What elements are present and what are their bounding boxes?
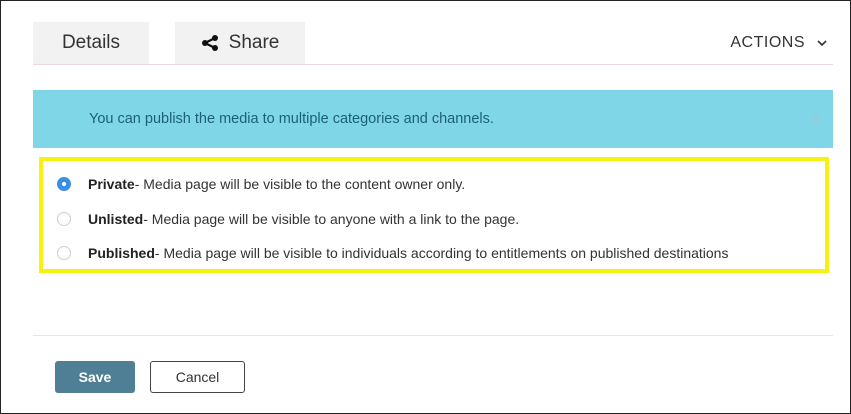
tabs-divider — [33, 64, 833, 65]
cancel-button[interactable]: Cancel — [150, 361, 245, 393]
alert-message: You can publish the media to multiple ca… — [89, 111, 494, 127]
option-title-published: Published — [88, 245, 155, 261]
tab-details-label: Details — [61, 32, 121, 53]
option-title-private: Private — [88, 176, 135, 192]
option-title-unlisted: Unlisted — [88, 211, 144, 227]
share-icon — [201, 35, 219, 51]
option-description-private: - Media page will be visible to the cont… — [134, 176, 466, 192]
actions-menu[interactable]: ACTIONS — [730, 22, 827, 64]
info-alert: You can publish the media to multiple ca… — [33, 90, 833, 148]
option-description-unlisted: - Media page will be visible to anyone w… — [143, 211, 520, 227]
tab-share[interactable]: Share — [175, 22, 305, 64]
option-description-published: - Media page will be visible to individu… — [154, 245, 729, 261]
radio-option-unlisted[interactable]: Unlisted - Media page will be visible to… — [57, 211, 519, 227]
actions-label: ACTIONS — [730, 34, 805, 51]
chevron-down-icon — [817, 39, 827, 47]
radio-option-published[interactable]: Published - Media page will be visible t… — [57, 245, 728, 261]
privacy-options-highlight: Private - Media page will be visible to … — [39, 157, 829, 273]
radio-unlisted[interactable] — [57, 212, 71, 226]
tab-share-label: Share — [228, 32, 280, 53]
share-panel: Details Share ACTIONS You can publish th… — [0, 0, 851, 414]
tab-details[interactable]: Details — [33, 22, 149, 64]
radio-published[interactable] — [57, 246, 71, 260]
tab-bar: Details Share ACTIONS — [33, 22, 833, 64]
radio-private[interactable] — [57, 177, 71, 191]
footer-divider — [33, 335, 833, 336]
save-button[interactable]: Save — [55, 361, 135, 393]
radio-option-private[interactable]: Private - Media page will be visible to … — [57, 176, 465, 192]
close-icon[interactable]: × — [811, 109, 821, 129]
